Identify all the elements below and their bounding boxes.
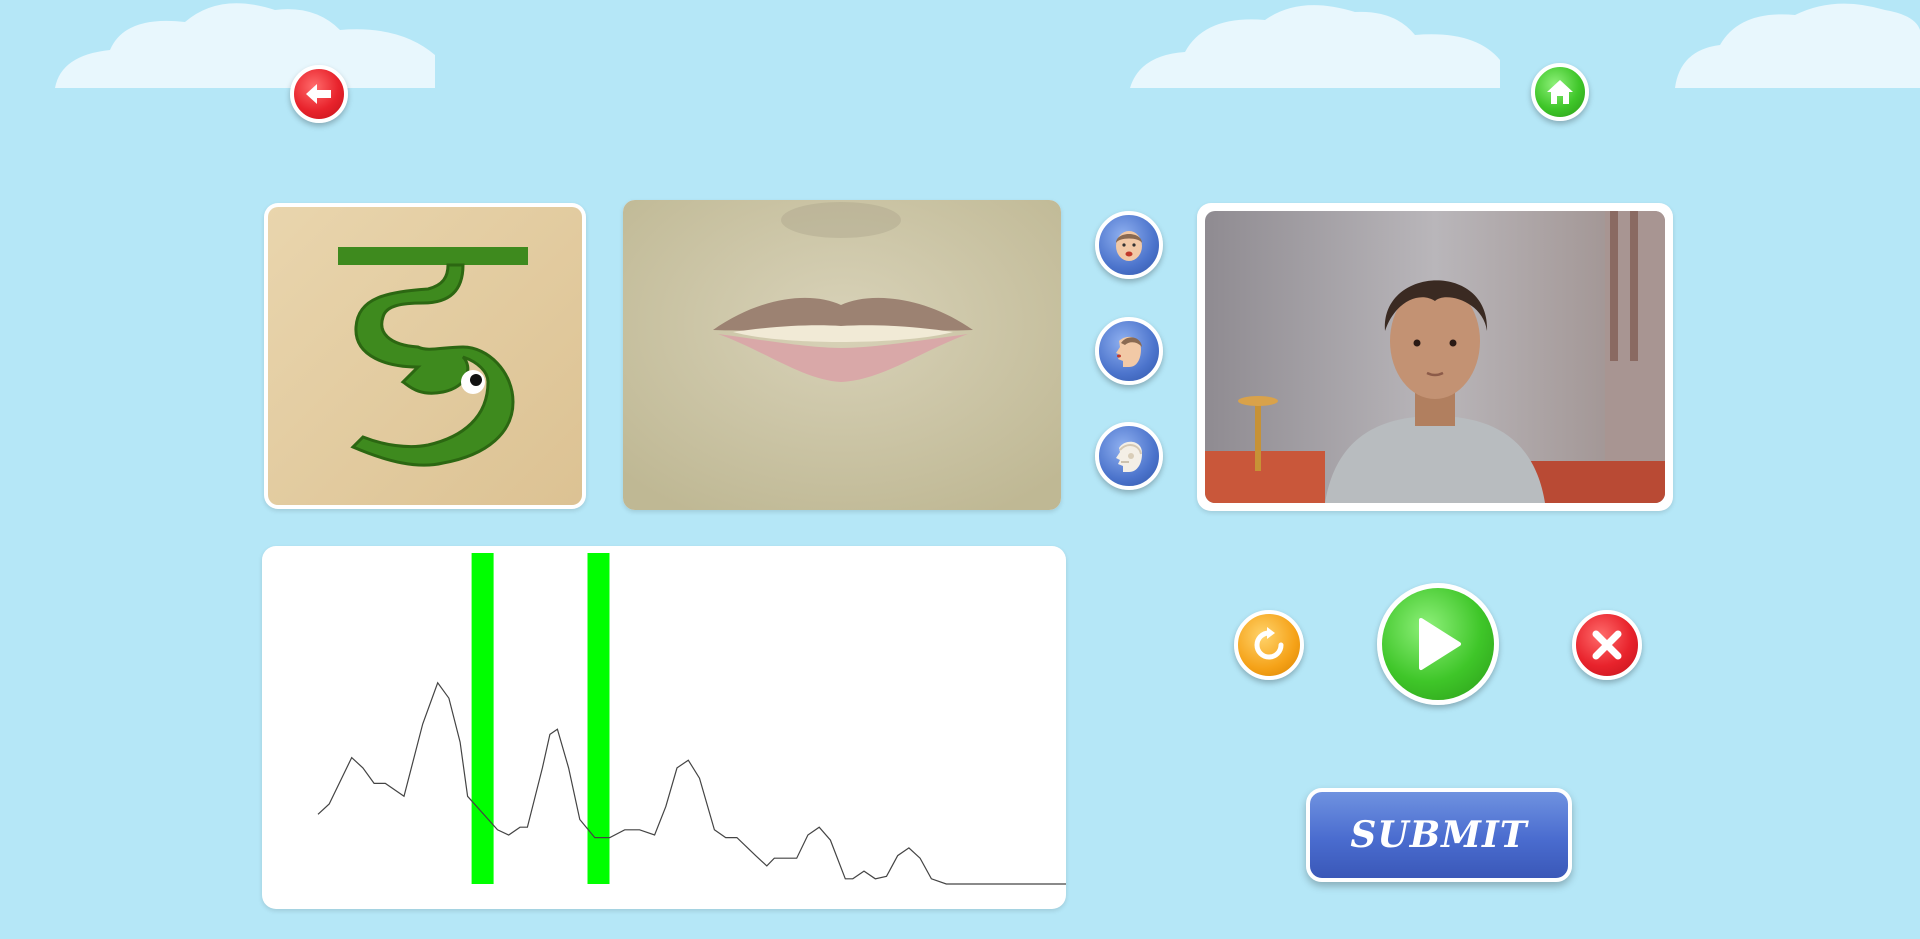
cloud-middle (1130, 5, 1500, 88)
play-button[interactable] (1377, 583, 1499, 705)
waveform-marker-1 (471, 553, 494, 884)
mouth-video (623, 200, 1061, 510)
skull-view-button[interactable] (1095, 422, 1163, 490)
waveform-graph (317, 553, 1066, 885)
home-icon (1547, 80, 1573, 104)
submit-label: SUBMIT (1350, 814, 1528, 856)
front-face-view-button[interactable] (1095, 211, 1163, 279)
waveform-marker-2 (587, 553, 610, 884)
child-video (1197, 203, 1673, 511)
home-button[interactable] (1531, 63, 1589, 121)
mouth-image (623, 200, 1061, 510)
close-button[interactable] (1572, 610, 1642, 680)
waveform-line (317, 681, 1066, 885)
submit-button[interactable]: SUBMIT (1306, 788, 1572, 882)
letter-image (268, 207, 582, 505)
side-face-view-button[interactable] (1095, 317, 1163, 385)
child-image (1205, 211, 1665, 503)
close-icon (1592, 630, 1622, 660)
cloud-right (1675, 3, 1920, 88)
face-front-icon (1116, 231, 1142, 261)
skull-side-icon (1116, 441, 1143, 472)
letter-card (264, 203, 586, 509)
play-icon (1419, 618, 1461, 670)
reload-button[interactable] (1234, 610, 1304, 680)
cloud-left (55, 3, 435, 88)
face-side-icon (1116, 336, 1142, 367)
letter-glyph-graphic (338, 247, 528, 467)
back-button[interactable] (290, 65, 348, 123)
reload-icon (1254, 627, 1284, 660)
arrow-left-icon (306, 84, 331, 104)
waveform-panel (262, 546, 1066, 909)
child-video-frame (1205, 211, 1665, 503)
